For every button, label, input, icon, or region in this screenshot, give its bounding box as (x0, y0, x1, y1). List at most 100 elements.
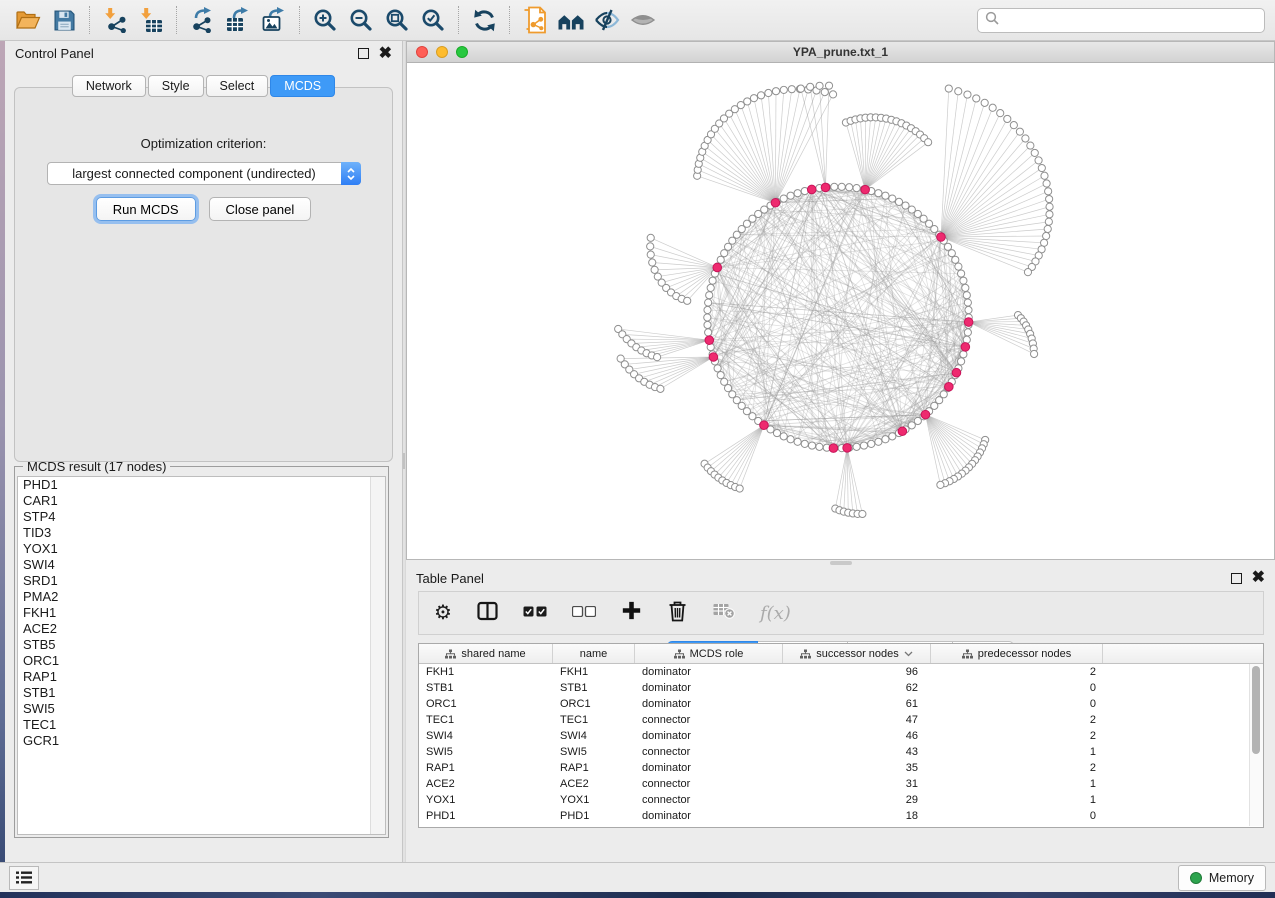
column-header-name[interactable]: name (553, 644, 635, 663)
list-item[interactable]: PHD1 (18, 477, 385, 493)
list-item[interactable]: ORC1 (18, 653, 385, 669)
table-row[interactable]: STB1STB1dominator620 (419, 680, 1263, 696)
zoom-selected-icon[interactable] (415, 4, 451, 36)
zoom-fit-icon[interactable] (379, 4, 415, 36)
list-item[interactable]: STB5 (18, 637, 385, 653)
toolbar-separator (176, 6, 177, 34)
table-cell: 46 (783, 730, 931, 742)
table-cell: 2 (931, 762, 1103, 774)
table-row[interactable]: FKH1FKH1dominator962 (419, 664, 1263, 680)
memory-button[interactable]: Memory (1178, 865, 1266, 891)
network-canvas[interactable] (407, 62, 1274, 559)
run-mcds-button[interactable]: Run MCDS (96, 197, 196, 221)
list-item[interactable]: STP4 (18, 509, 385, 525)
function-builder-icon[interactable]: f(x) (760, 603, 791, 624)
close-panel-button[interactable]: Close panel (209, 197, 312, 221)
task-history-button[interactable] (9, 866, 39, 890)
list-item[interactable]: SWI4 (18, 557, 385, 573)
list-item[interactable]: YOX1 (18, 541, 385, 557)
scrollbar-thumb[interactable] (1252, 666, 1260, 754)
column-header-predecessor-nodes[interactable]: predecessor nodes (931, 644, 1103, 663)
table-row[interactable]: ORC1ORC1dominator610 (419, 696, 1263, 712)
network-overview-icon[interactable] (553, 4, 589, 36)
zoom-out-icon[interactable] (343, 4, 379, 36)
network-graph[interactable] (407, 62, 1274, 559)
mcds-list-scrollbar[interactable] (370, 477, 385, 834)
node-table-body[interactable]: FKH1FKH1dominator962STB1STB1dominator620… (419, 664, 1263, 824)
column-header-shared-name[interactable]: shared name (419, 644, 553, 663)
table-cell: YOX1 (553, 794, 635, 806)
settings-gear-icon[interactable]: ⚙ (434, 603, 452, 623)
open-folder-icon[interactable] (10, 4, 46, 36)
table-row[interactable]: RAP1RAP1dominator352 (419, 760, 1263, 776)
table-cell: SWI4 (553, 730, 635, 742)
column-header-successor-nodes[interactable]: successor nodes (783, 644, 931, 663)
share-document-icon[interactable] (517, 4, 553, 36)
search-input[interactable] (1004, 12, 1257, 28)
export-table-icon[interactable] (220, 4, 256, 36)
refresh-icon[interactable] (466, 4, 502, 36)
export-network-icon[interactable] (184, 4, 220, 36)
node-table-header: shared name name MCDS role successor nod… (419, 644, 1263, 664)
float-panel-icon[interactable] (358, 48, 369, 59)
splitter-grip[interactable] (830, 561, 852, 565)
table-cell: 1 (931, 794, 1103, 806)
close-panel-icon[interactable]: ✖ (379, 49, 392, 59)
list-item[interactable]: CAR1 (18, 493, 385, 509)
list-item[interactable]: TEC1 (18, 717, 385, 733)
delete-table-icon[interactable] (713, 602, 735, 624)
mcds-result-list[interactable]: PHD1CAR1STP4TID3YOX1SWI4SRD1PMA2FKH1ACE2… (17, 476, 386, 835)
tab-mcds[interactable]: MCDS (270, 75, 335, 97)
list-item[interactable]: STB1 (18, 685, 385, 701)
maximize-window-icon[interactable] (456, 46, 468, 58)
close-window-icon[interactable] (416, 46, 428, 58)
list-item[interactable]: PMA2 (18, 589, 385, 605)
table-cell: TEC1 (419, 714, 553, 726)
hierarchy-icon (962, 649, 973, 659)
network-titlebar[interactable]: YPA_prune.txt_1 (407, 42, 1274, 63)
delete-column-icon[interactable] (667, 600, 688, 627)
list-item[interactable]: GCR1 (18, 733, 385, 749)
node-table[interactable]: shared name name MCDS role successor nod… (418, 643, 1264, 828)
show-columns-icon[interactable] (477, 601, 498, 626)
minimize-window-icon[interactable] (436, 46, 448, 58)
table-row[interactable]: SWI5SWI5connector431 (419, 744, 1263, 760)
table-row[interactable]: ACE2ACE2connector311 (419, 776, 1263, 792)
list-item[interactable]: SWI5 (18, 701, 385, 717)
list-item[interactable]: SRD1 (18, 573, 385, 589)
table-cell: 62 (783, 682, 931, 694)
table-row[interactable]: PHD1PHD1dominator180 (419, 808, 1263, 824)
show-all-eye-icon[interactable] (625, 4, 661, 36)
select-all-icon[interactable] (523, 604, 547, 622)
close-panel-icon[interactable]: ✖ (1252, 573, 1265, 583)
list-item[interactable]: TID3 (18, 525, 385, 541)
table-scrollbar[interactable] (1249, 664, 1263, 826)
table-cell: SWI5 (553, 746, 635, 758)
hide-selected-eye-icon[interactable] (589, 4, 625, 36)
criterion-select[interactable]: largest connected component (undirected) (47, 162, 361, 185)
select-stepper-icon (341, 162, 361, 185)
float-panel-icon[interactable] (1231, 573, 1242, 584)
deselect-all-icon[interactable] (572, 604, 596, 622)
search-box[interactable] (977, 8, 1265, 33)
tab-style[interactable]: Style (148, 75, 204, 97)
splitter-grip[interactable] (403, 453, 405, 469)
list-item[interactable]: RAP1 (18, 669, 385, 685)
list-item[interactable]: FKH1 (18, 605, 385, 621)
import-table-icon[interactable] (133, 4, 169, 36)
save-icon[interactable] (46, 4, 82, 36)
table-cell: 29 (783, 794, 931, 806)
import-network-icon[interactable] (97, 4, 133, 36)
column-header-mcds-role[interactable]: MCDS role (635, 644, 783, 663)
table-row[interactable]: TEC1TEC1connector472 (419, 712, 1263, 728)
list-item[interactable]: ACE2 (18, 621, 385, 637)
tab-network[interactable]: Network (72, 75, 146, 97)
column-label: name (580, 648, 608, 660)
tab-select[interactable]: Select (206, 75, 269, 97)
add-column-icon[interactable] (621, 600, 642, 626)
table-cell: dominator (635, 698, 783, 710)
table-row[interactable]: YOX1YOX1connector291 (419, 792, 1263, 808)
zoom-in-icon[interactable] (307, 4, 343, 36)
export-image-icon[interactable] (256, 4, 292, 36)
table-row[interactable]: SWI4SWI4dominator462 (419, 728, 1263, 744)
